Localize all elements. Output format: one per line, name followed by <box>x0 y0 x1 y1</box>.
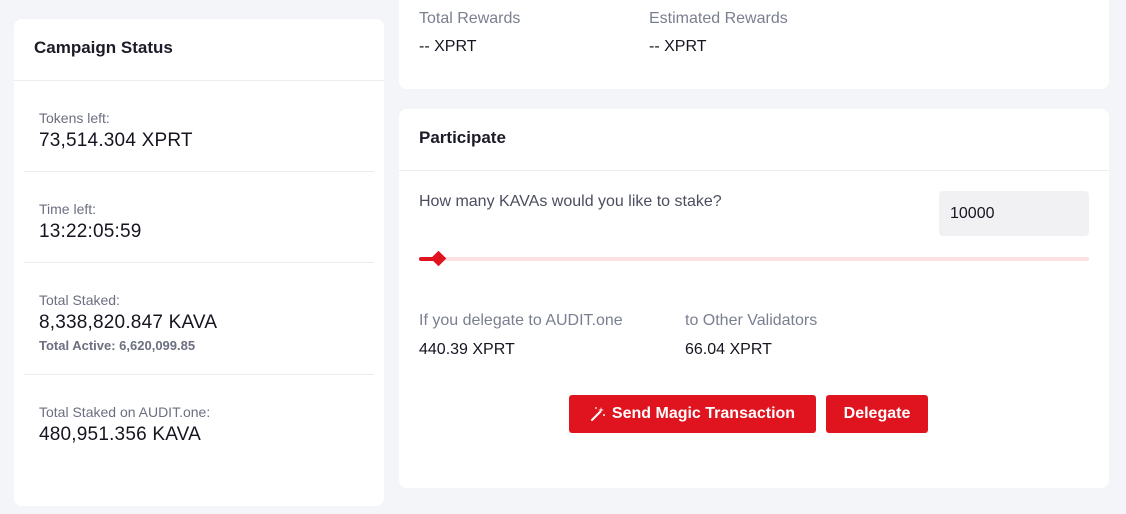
stake-slider[interactable] <box>419 250 1089 267</box>
time-left-stat: Time left: 13:22:05:59 <box>24 172 374 263</box>
tokens-left-value: 73,514.304 XPRT <box>39 130 193 151</box>
rewards-card: Total Rewards -- XPRT Estimated Rewards … <box>399 0 1109 89</box>
audit-estimate: If you delegate to AUDIT.one 440.39 XPRT <box>419 312 623 359</box>
stake-amount-input[interactable] <box>939 191 1089 236</box>
delegate-button-label: Delegate <box>843 405 911 422</box>
magic-wand-icon <box>590 406 606 422</box>
total-rewards-label: Total Rewards <box>419 10 521 27</box>
time-left-label: Time left: <box>39 201 97 217</box>
total-active-value: Total Active: 6,620,099.85 <box>39 338 196 353</box>
estimated-rewards: Estimated Rewards -- XPRT <box>649 10 788 56</box>
total-rewards: Total Rewards -- XPRT <box>419 10 520 56</box>
send-magic-transaction-label: Send Magic Transaction <box>611 405 796 422</box>
total-staked-label: Total Staked: <box>39 292 120 308</box>
tokens-left-label: Tokens left: <box>39 110 110 126</box>
audit-staked-label: Total Staked on AUDIT.one: <box>39 404 211 420</box>
total-staked-value: 8,338,820.847 KAVA <box>39 312 218 333</box>
audit-staked-stat: Total Staked on AUDIT.one: 480,951.356 K… <box>24 375 374 466</box>
audit-estimate-value: 440.39 XPRT <box>419 341 515 358</box>
stake-question: How many KAVAs would you like to stake? <box>419 193 722 210</box>
stake-slider-thumb[interactable] <box>430 250 447 267</box>
delegate-button[interactable]: Delegate <box>826 395 928 433</box>
participate-card: Participate How many KAVAs would you lik… <box>399 109 1109 488</box>
total-rewards-value: -- XPRT <box>419 38 477 55</box>
audit-staked-value: 480,951.356 KAVA <box>39 424 202 445</box>
send-magic-transaction-button[interactable]: Send Magic Transaction <box>569 395 816 433</box>
time-left-value: 13:22:05:59 <box>39 221 142 242</box>
other-estimate: to Other Validators 66.04 XPRT <box>685 312 817 359</box>
other-estimate-value: 66.04 XPRT <box>685 341 772 358</box>
campaign-status-title: Campaign Status <box>14 19 384 81</box>
other-estimate-label: to Other Validators <box>685 312 818 329</box>
total-staked-stat: Total Staked: 8,338,820.847 KAVA Total A… <box>24 263 374 375</box>
participate-title: Participate <box>399 109 1109 171</box>
tokens-left-stat: Tokens left: 73,514.304 XPRT <box>24 81 374 172</box>
audit-estimate-label: If you delegate to AUDIT.one <box>419 312 623 329</box>
estimated-rewards-label: Estimated Rewards <box>649 10 788 27</box>
campaign-status-card: Campaign Status Tokens left: 73,514.304 … <box>14 19 384 506</box>
estimated-rewards-value: -- XPRT <box>649 38 707 55</box>
